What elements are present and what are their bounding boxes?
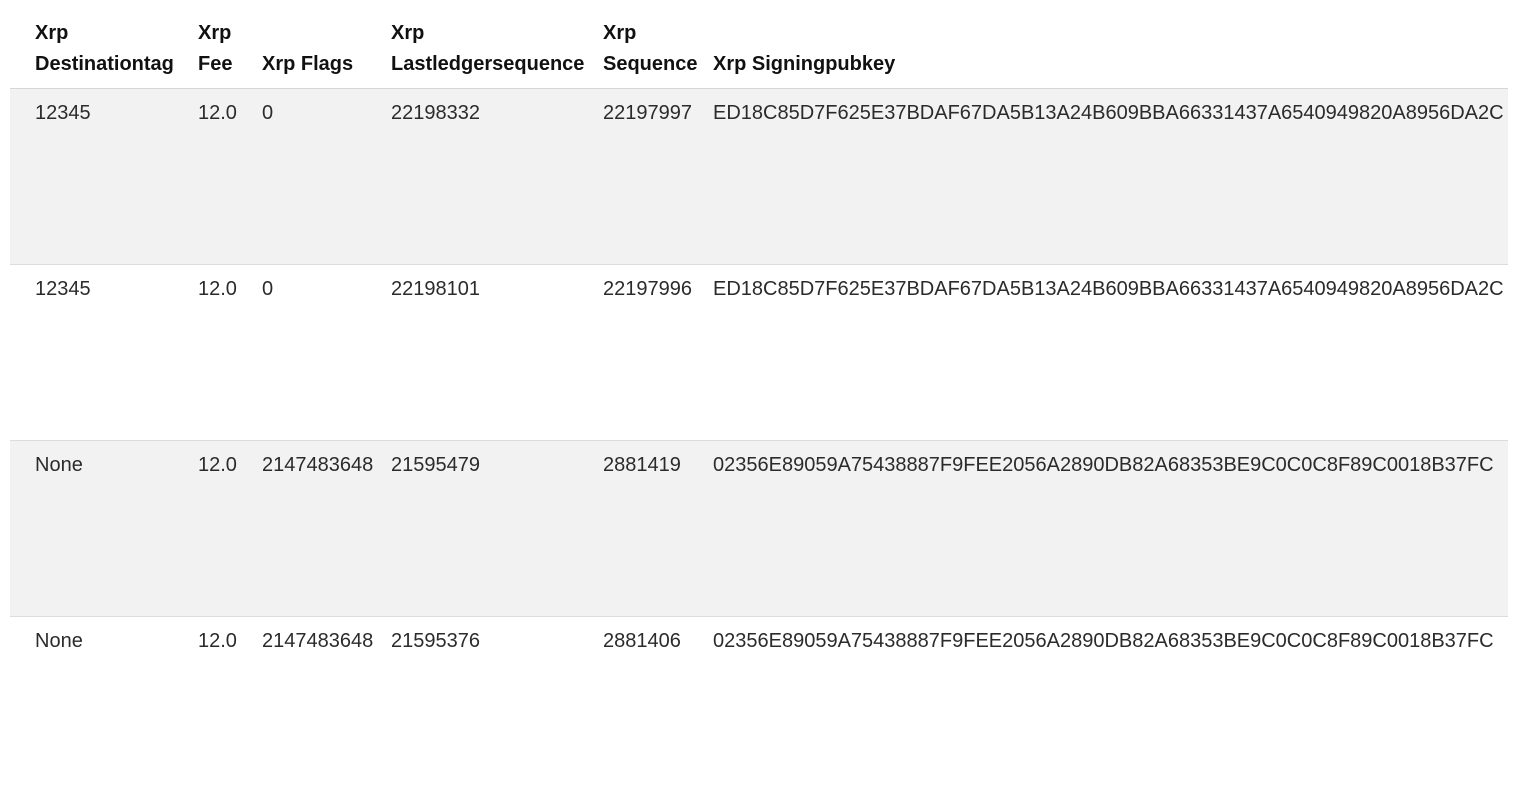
cell-fee: 12.0 [198,88,262,265]
header-line: Fee [198,53,233,75]
table-header: Xrp Destinationtag Xrp Fee Xrp Flags Xrp… [10,0,1508,89]
cell-flags: 2147483648 [262,616,391,790]
cell-destinationtag: None [10,616,198,790]
table-row[interactable]: None 12.0 2147483648 21595376 2881406 02… [10,616,1508,790]
header-line: Sequence [603,53,698,75]
cell-destinationtag: None [10,440,198,617]
cell-signingpubkey: ED18C85D7F625E37BDAF67DA5B13A24B609BBA66… [713,264,1508,441]
column-header-fee[interactable]: Xrp Fee [198,0,262,89]
cell-signingpubkey: ED18C85D7F625E37BDAF67DA5B13A24B609BBA66… [713,88,1508,265]
column-header-flags[interactable]: Xrp Flags [262,0,391,89]
cell-signingpubkey: 02356E89059A75438887F9FEE2056A2890DB82A6… [713,440,1508,617]
cell-lastledgersequence: 21595479 [391,440,603,617]
cell-sequence: 2881406 [603,616,713,790]
cell-destinationtag: 12345 [10,88,198,265]
header-line: Xrp [35,22,69,44]
xrp-transactions-table: Xrp Destinationtag Xrp Fee Xrp Flags Xrp… [10,0,1508,790]
cell-sequence: 22197997 [603,88,713,265]
column-header-signingpubkey[interactable]: Xrp Signingpubkey [713,0,1508,89]
cell-fee: 12.0 [198,440,262,617]
cell-sequence: 22197996 [603,264,713,441]
cell-lastledgersequence: 21595376 [391,616,603,790]
table-row[interactable]: None 12.0 2147483648 21595479 2881419 02… [10,440,1508,617]
cell-flags: 2147483648 [262,440,391,617]
table-row[interactable]: 12345 12.0 0 22198101 22197996 ED18C85D7… [10,264,1508,441]
data-table-container: Xrp Destinationtag Xrp Fee Xrp Flags Xrp… [10,0,1508,790]
cell-fee: 12.0 [198,616,262,790]
header-line: Destinationtag [35,53,174,75]
cell-fee: 12.0 [198,264,262,441]
header-line: Lastledgersequence [391,53,585,75]
header-line: Xrp [198,22,232,44]
cell-sequence: 2881419 [603,440,713,617]
cell-signingpubkey: 02356E89059A75438887F9FEE2056A2890DB82A6… [713,616,1508,790]
cell-flags: 0 [262,264,391,441]
header-row: Xrp Destinationtag Xrp Fee Xrp Flags Xrp… [10,0,1508,89]
column-header-destinationtag[interactable]: Xrp Destinationtag [10,0,198,89]
header-line: Xrp Signingpubkey [713,53,896,75]
cell-lastledgersequence: 22198101 [391,264,603,441]
cell-lastledgersequence: 22198332 [391,88,603,265]
column-header-sequence[interactable]: Xrp Sequence [603,0,713,89]
header-line: Xrp Flags [262,53,354,75]
cell-destinationtag: 12345 [10,264,198,441]
header-line: Xrp [391,22,425,44]
column-header-lastledgersequence[interactable]: Xrp Lastledgersequence [391,0,603,89]
header-line: Xrp [603,22,637,44]
table-row[interactable]: 12345 12.0 0 22198332 22197997 ED18C85D7… [10,88,1508,265]
table-body: 12345 12.0 0 22198332 22197997 ED18C85D7… [10,88,1508,790]
cell-flags: 0 [262,88,391,265]
